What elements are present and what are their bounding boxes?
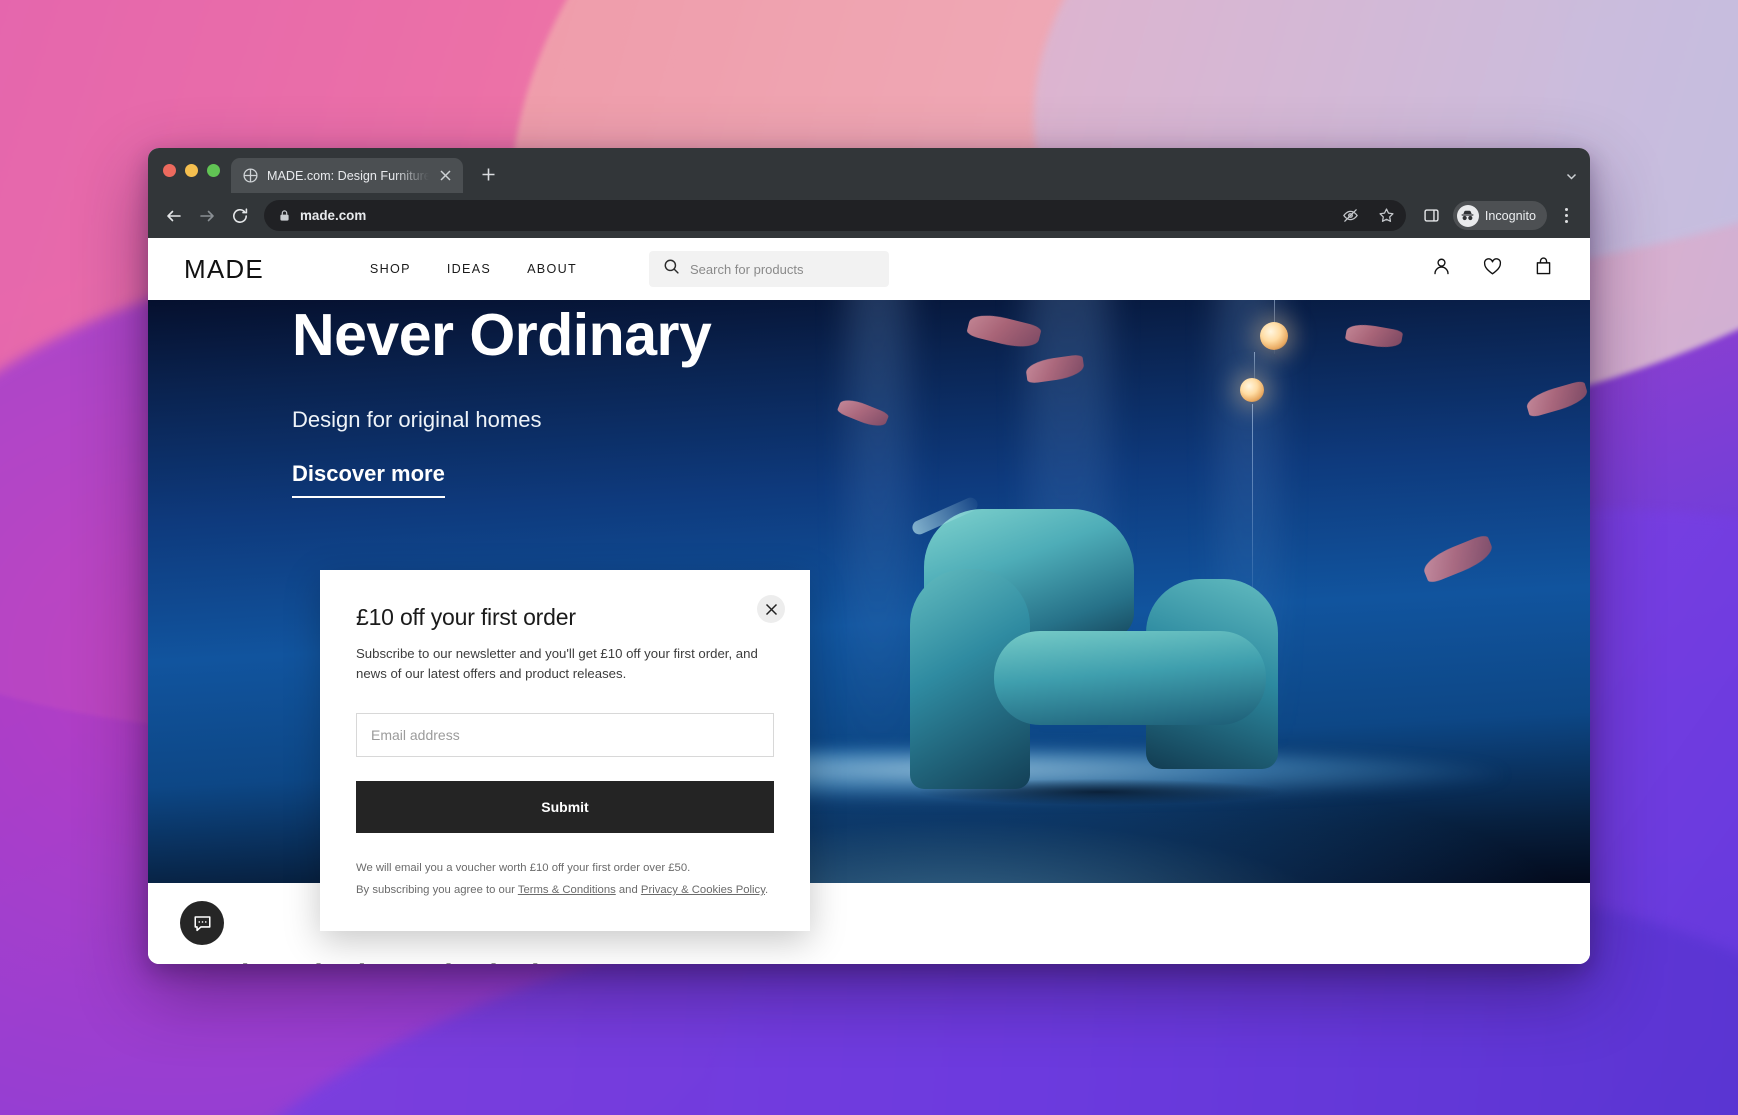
cart-bag-icon[interactable] xyxy=(1533,256,1554,282)
email-placeholder: Email address xyxy=(371,726,460,743)
site-logo[interactable]: MADE xyxy=(184,254,264,285)
email-field[interactable]: Email address xyxy=(356,712,774,757)
browser-tab-strip: MADE.com: Design Furniture & xyxy=(148,148,1590,193)
privacy-cookies-policy-link[interactable]: Privacy & Cookies Policy xyxy=(641,884,765,896)
minimize-window-button[interactable] xyxy=(185,164,198,177)
chevron-down-icon[interactable] xyxy=(1565,170,1578,186)
armchair-illustration xyxy=(910,495,1310,805)
browser-toolbar: made.com Incognito xyxy=(148,193,1590,238)
page-viewport: MADE SHOP IDEAS ABOUT Search for product… xyxy=(148,238,1590,964)
close-icon[interactable] xyxy=(437,167,454,184)
eye-off-icon[interactable] xyxy=(1337,202,1364,229)
new-tab-button[interactable] xyxy=(473,159,504,190)
tab-title: MADE.com: Design Furniture & xyxy=(267,168,429,183)
chat-bubble-icon[interactable] xyxy=(180,901,224,945)
address-bar[interactable]: made.com xyxy=(264,200,1406,231)
light-bulb xyxy=(1260,322,1288,350)
browser-window: MADE.com: Design Furniture & made.com In… xyxy=(148,148,1590,964)
below-fold-heading: Explore the latest in design xyxy=(186,959,576,964)
header-icon-group xyxy=(1431,256,1554,282)
account-icon[interactable] xyxy=(1431,256,1452,282)
globe-icon xyxy=(242,167,259,184)
maximize-window-button[interactable] xyxy=(207,164,220,177)
hero-subtitle: Design for original homes xyxy=(292,407,542,432)
fineprint-voucher-line: We will email you a voucher worth £10 of… xyxy=(356,861,691,874)
browser-tab[interactable]: MADE.com: Design Furniture & xyxy=(231,158,463,193)
fish-decoration xyxy=(1419,533,1497,585)
desktop-wallpaper: MADE.com: Design Furniture & made.com In… xyxy=(0,0,1738,1115)
fineprint-and: and xyxy=(615,883,641,896)
fineprint-consent-line: By subscribing you agree to our Terms & … xyxy=(356,879,774,901)
hero-title: Never Ordinary xyxy=(292,302,712,368)
profile-label: Incognito xyxy=(1484,208,1536,223)
search-placeholder: Search for products xyxy=(690,261,804,277)
reload-icon[interactable] xyxy=(224,200,255,231)
kebab-menu-icon[interactable] xyxy=(1553,208,1580,223)
fish-decoration xyxy=(1344,321,1404,351)
newsletter-modal: £10 off your first order Subscribe to ou… xyxy=(320,570,810,931)
profile-incognito-badge[interactable]: Incognito xyxy=(1452,201,1547,230)
primary-navigation: SHOP IDEAS ABOUT xyxy=(370,262,577,276)
search-icon xyxy=(663,258,680,280)
incognito-icon xyxy=(1456,204,1479,227)
search-input[interactable]: Search for products xyxy=(649,251,889,287)
fineprint-suffix: . xyxy=(765,883,769,896)
star-icon[interactable] xyxy=(1373,202,1400,229)
terms-conditions-link[interactable]: Terms & Conditions xyxy=(518,884,616,896)
nav-item-ideas[interactable]: IDEAS xyxy=(447,262,491,276)
arrow-back-icon[interactable] xyxy=(158,200,189,231)
close-icon[interactable] xyxy=(757,595,785,623)
nav-item-about[interactable]: ABOUT xyxy=(527,262,577,276)
lock-icon xyxy=(278,209,291,222)
arrow-forward-icon[interactable] xyxy=(191,200,222,231)
modal-heading: £10 off your first order xyxy=(356,604,576,630)
site-header: MADE SHOP IDEAS ABOUT Search for product… xyxy=(148,238,1590,300)
url-text: made.com xyxy=(300,208,367,223)
close-window-button[interactable] xyxy=(163,164,176,177)
fineprint-prefix: By subscribing you agree to our xyxy=(356,883,518,896)
hero-copy: Never Ordinary Design for original homes… xyxy=(292,300,712,498)
chair-seat xyxy=(994,631,1266,725)
submit-button[interactable]: Submit xyxy=(356,780,774,833)
nav-item-shop[interactable]: SHOP xyxy=(370,262,411,276)
fish-decoration xyxy=(1524,379,1590,419)
modal-fineprint: We will email you a voucher worth £10 of… xyxy=(356,857,774,901)
light-bulb xyxy=(1240,378,1264,402)
modal-body-text: Subscribe to our newsletter and you'll g… xyxy=(356,646,758,682)
wishlist-heart-icon[interactable] xyxy=(1482,256,1503,282)
discover-more-link[interactable]: Discover more xyxy=(292,461,445,498)
side-panel-icon[interactable] xyxy=(1416,200,1447,231)
window-controls xyxy=(161,148,231,193)
